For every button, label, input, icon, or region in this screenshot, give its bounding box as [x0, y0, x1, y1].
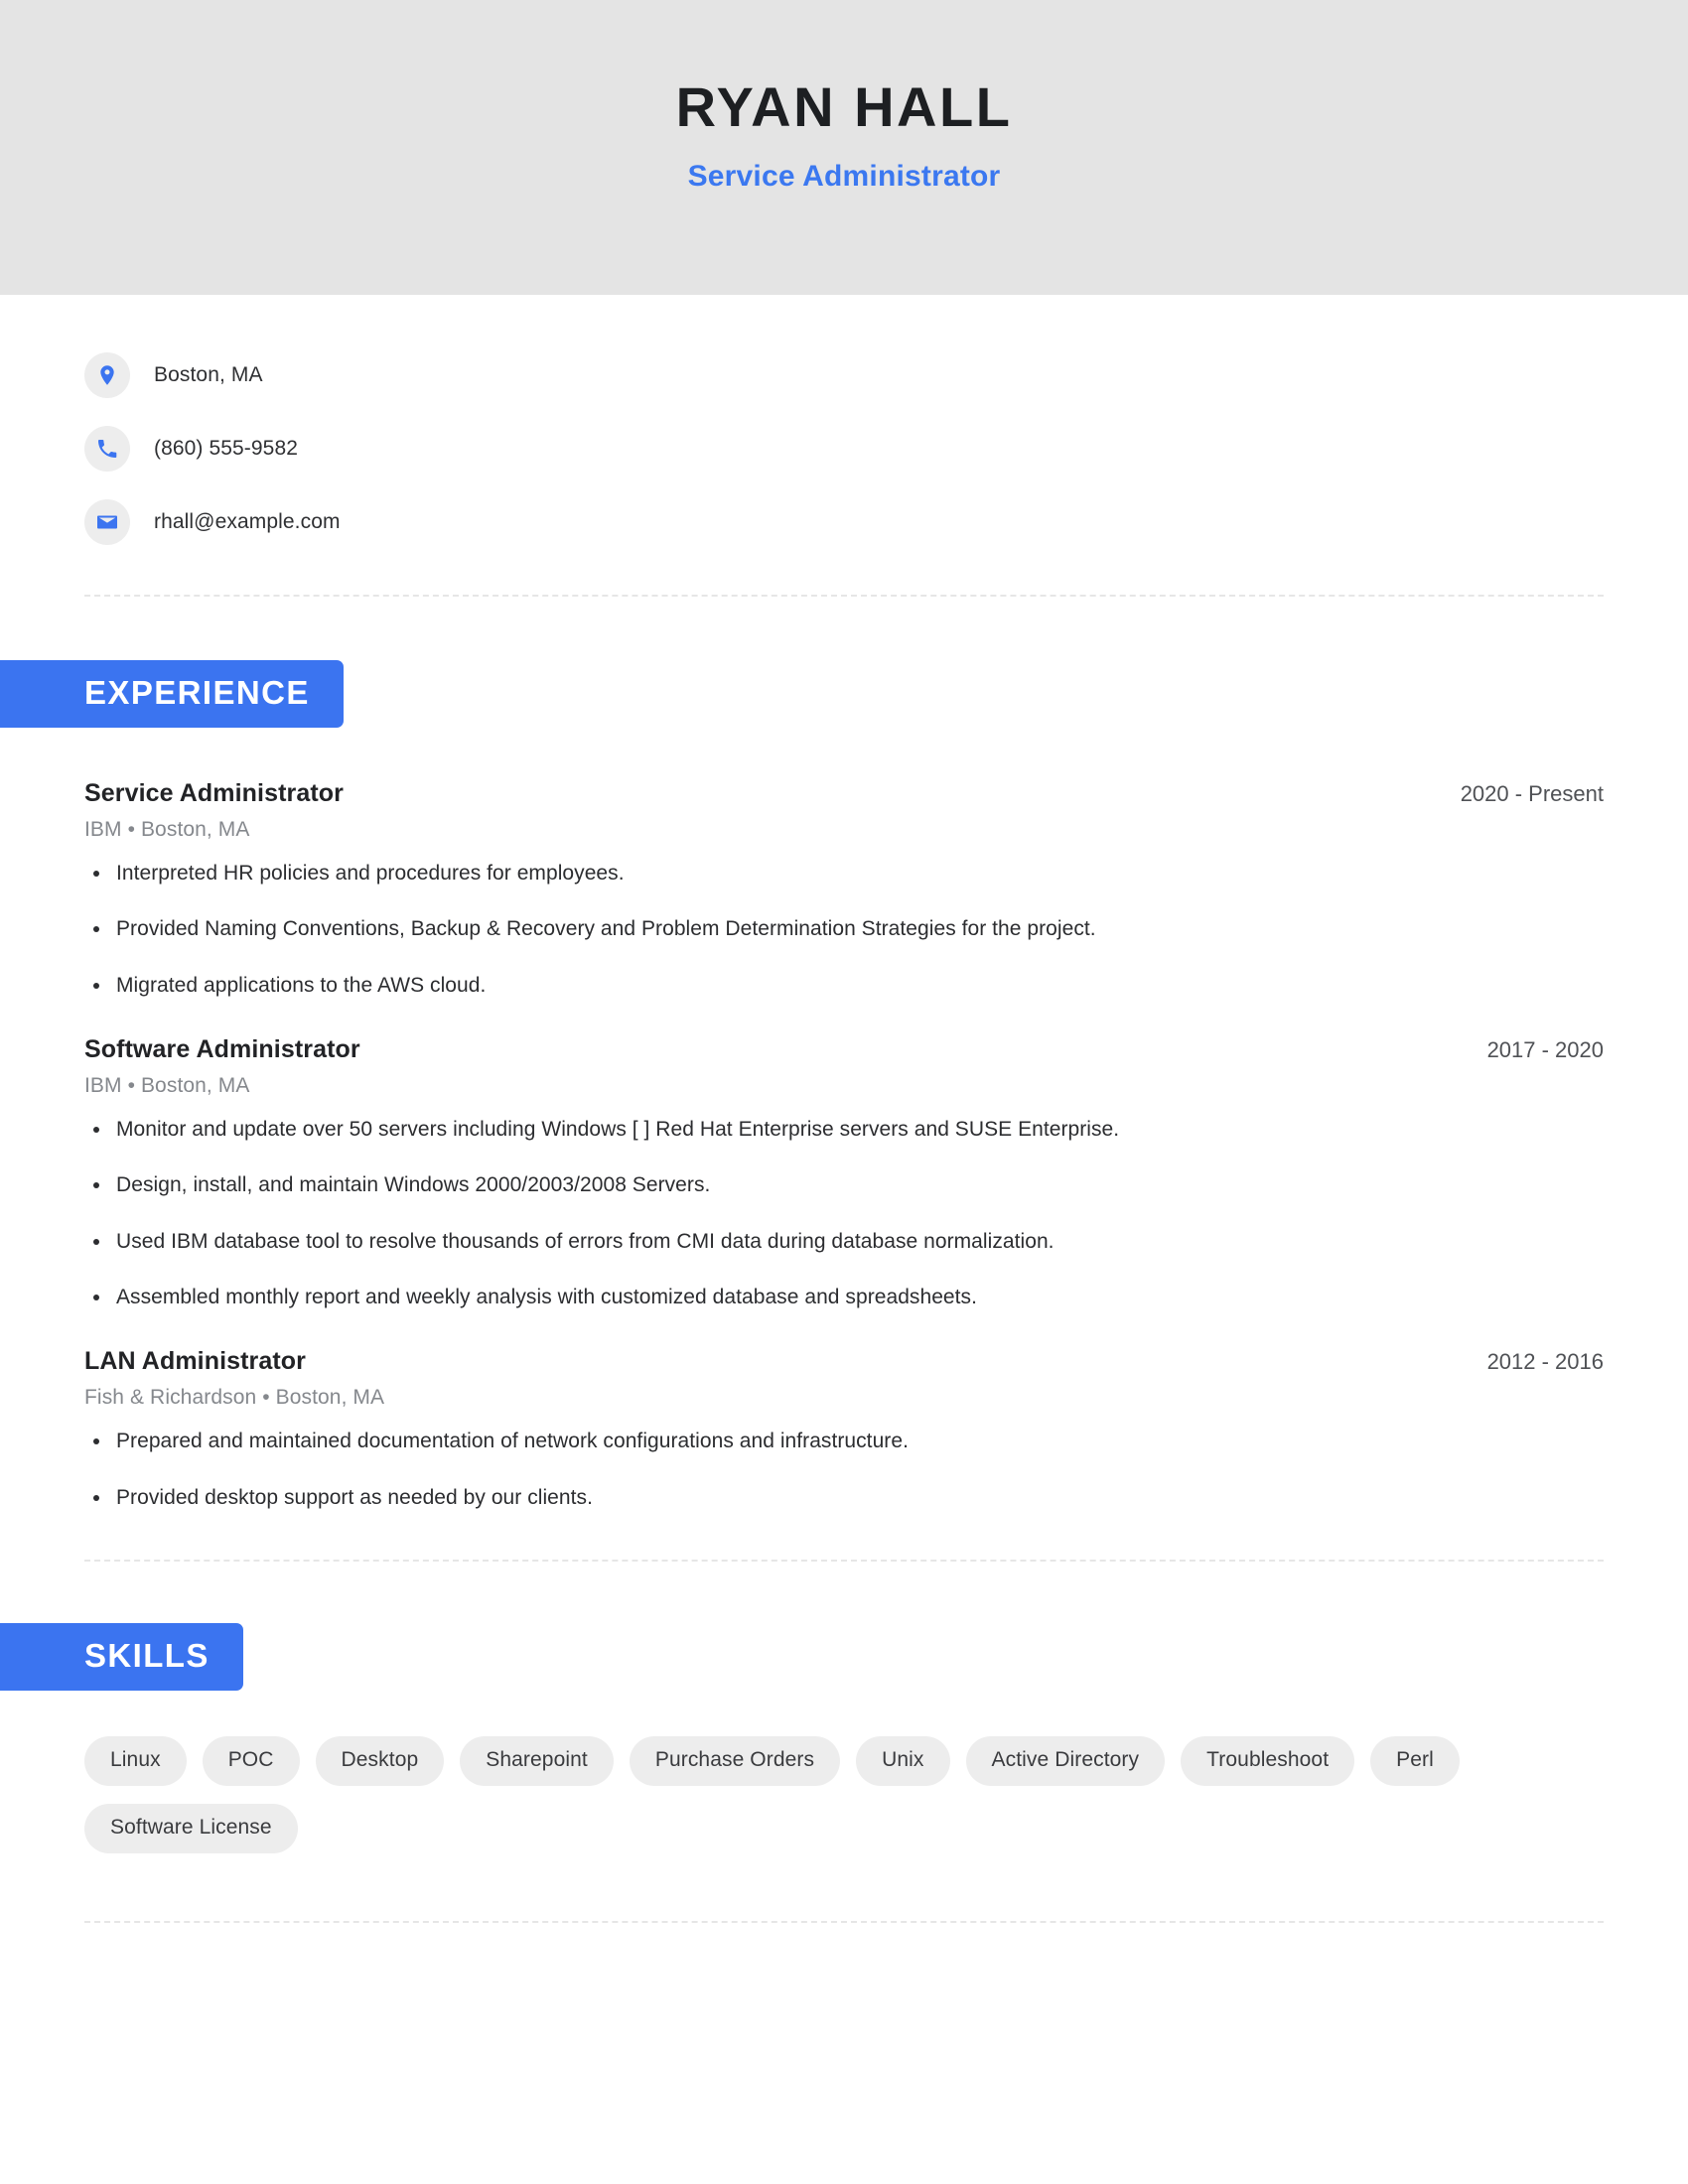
skill-tag: Perl [1370, 1736, 1460, 1787]
divider-after-contact [84, 595, 1604, 597]
experience-company-location: IBM • Boston, MA [84, 1074, 250, 1098]
email-envelope-icon [84, 499, 130, 545]
experience-bullet: Provided desktop support as needed by ou… [84, 1484, 1604, 1512]
contact-item-phone[interactable]: (860) 555-9582 [84, 412, 1604, 485]
skill-tag: Active Directory [965, 1736, 1166, 1787]
experience-list: Service Administrator 2020 - Present IBM… [84, 728, 1604, 1512]
skill-tag: Desktop [315, 1736, 445, 1787]
section-heading-experience: EXPERIENCE [0, 660, 344, 728]
skill-tag: POC [202, 1736, 300, 1787]
experience-bullet: Design, install, and maintain Windows 20… [84, 1171, 1604, 1199]
contact-phone-text: (860) 555-9582 [154, 437, 299, 460]
experience-bullet: Assembled monthly report and weekly anal… [84, 1284, 1604, 1311]
phone-icon [84, 426, 130, 472]
skill-tag: Unix [856, 1736, 950, 1787]
experience-role: Software Administrator [84, 1035, 360, 1064]
experience-item-header: Service Administrator 2020 - Present [84, 779, 1604, 808]
experience-item: Software Administrator 2017 - 2020 IBM •… [84, 1035, 1604, 1311]
experience-dates: 2020 - Present [1460, 781, 1604, 806]
experience-bullets: Interpreted HR policies and procedures f… [84, 860, 1604, 1000]
location-pin-icon [84, 352, 130, 398]
skill-tag: Software License [84, 1804, 298, 1854]
skill-tag: Troubleshoot [1181, 1736, 1355, 1787]
experience-bullet: Interpreted HR policies and procedures f… [84, 860, 1604, 887]
skill-tag: Linux [84, 1736, 187, 1787]
experience-role: LAN Administrator [84, 1347, 307, 1376]
experience-bullet: Migrated applications to the AWS cloud. [84, 972, 1604, 1000]
section-skills-banner-row: SKILLS [0, 1623, 1688, 1692]
experience-bullets: Monitor and update over 50 servers inclu… [84, 1116, 1604, 1311]
experience-bullet: Monitor and update over 50 servers inclu… [84, 1116, 1604, 1144]
experience-role: Service Administrator [84, 779, 344, 807]
experience-company-location: IBM • Boston, MA [84, 818, 250, 841]
experience-item-header: Software Administrator 2017 - 2020 [84, 1035, 1604, 1064]
experience-bullet: Prepared and maintained documentation of… [84, 1428, 1604, 1455]
header-subtitle: Service Administrator [687, 159, 1001, 193]
skills-list: Linux POC Desktop Sharepoint Purchase Or… [84, 1691, 1524, 1854]
experience-bullet: Used IBM database tool to resolve thousa… [84, 1228, 1604, 1256]
page-title: RYAN HALL [675, 75, 1013, 139]
contact-item-location[interactable]: Boston, MA [84, 339, 1604, 412]
section-heading-skills: SKILLS [0, 1623, 243, 1692]
skill-tag: Sharepoint [460, 1736, 614, 1787]
experience-bullet: Provided Naming Conventions, Backup & Re… [84, 915, 1604, 943]
experience-dates: 2017 - 2020 [1486, 1037, 1604, 1063]
resume-page: RYAN HALL Service Administrator Boston, … [0, 0, 1688, 2184]
section-experience-banner-row: EXPERIENCE [0, 660, 1688, 728]
experience-item: LAN Administrator 2012 - 2016 Fish & Ric… [84, 1347, 1604, 1512]
skill-tag: Purchase Orders [629, 1736, 841, 1787]
experience-bullets: Prepared and maintained documentation of… [84, 1428, 1604, 1512]
experience-item: Service Administrator 2020 - Present IBM… [84, 779, 1604, 1000]
divider-after-skills [84, 1921, 1604, 1924]
contact-email-text: rhall@example.com [154, 510, 341, 533]
experience-item-header: LAN Administrator 2012 - 2016 [84, 1347, 1604, 1376]
contact-block: Boston, MA (860) 555-9582 rhall@example.… [84, 295, 1604, 559]
resume-header: RYAN HALL Service Administrator [0, 0, 1688, 295]
experience-company-location: Fish & Richardson • Boston, MA [84, 1386, 385, 1410]
contact-location-text: Boston, MA [154, 363, 263, 386]
experience-dates: 2012 - 2016 [1486, 1349, 1604, 1375]
contact-item-email[interactable]: rhall@example.com [84, 485, 1604, 559]
resume-body: Boston, MA (860) 555-9582 rhall@example.… [0, 295, 1688, 1924]
divider-after-experience [84, 1560, 1604, 1563]
